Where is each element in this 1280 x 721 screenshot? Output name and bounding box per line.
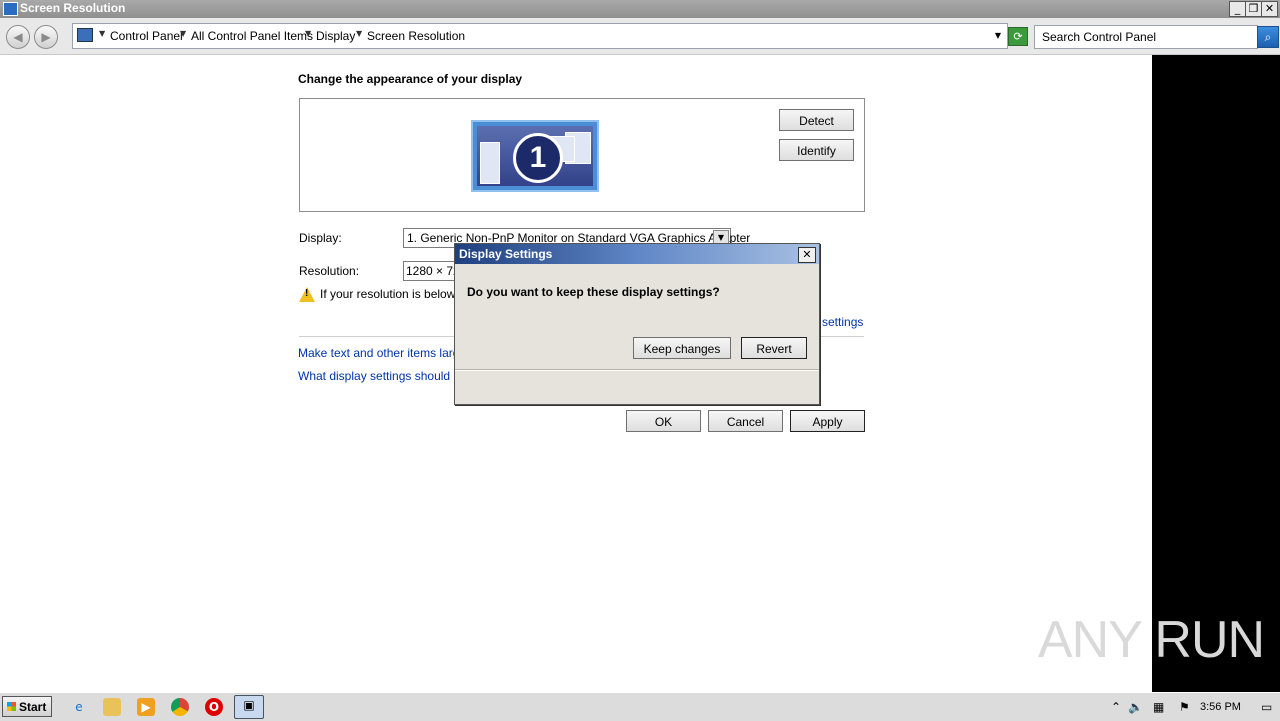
opera-icon[interactable]: O <box>205 698 223 716</box>
search-input[interactable]: Search Control Panel <box>1034 25 1258 49</box>
ie-icon[interactable]: e <box>70 698 88 716</box>
breadcrumb-control-panel[interactable]: Control Panel <box>110 29 183 43</box>
dialog-question: Do you want to keep these display settin… <box>467 285 720 299</box>
volume-icon[interactable]: 🔈 <box>1128 700 1143 714</box>
breadcrumb-arrow-icon[interactable]: ▼ <box>305 29 311 38</box>
breadcrumb-arrow-icon[interactable]: ▼ <box>356 29 362 38</box>
minimize-button[interactable]: _ <box>1229 1 1246 17</box>
start-button[interactable]: Start <box>2 696 52 717</box>
start-label: Start <box>19 700 47 714</box>
detect-button[interactable]: Detect <box>779 109 854 131</box>
which-settings-link[interactable]: What display settings should I ch <box>298 369 473 383</box>
breadcrumb-display[interactable]: Display <box>316 29 355 43</box>
navigation-bar: ◀ ▶ ▼ Control Panel ▼ All Control Panel … <box>0 18 1280 55</box>
monitor-number: 1 <box>513 133 563 183</box>
windows-logo-icon <box>7 702 16 711</box>
forward-button[interactable]: ▶ <box>34 25 58 49</box>
display-settings-icon[interactable]: ▣ <box>234 695 264 719</box>
action-center-flag-icon[interactable]: ⚑ <box>1179 700 1190 714</box>
monitor-1-thumbnail[interactable]: 1 <box>471 120 599 192</box>
revert-button[interactable]: Revert <box>741 337 807 359</box>
mini-window <box>480 142 500 184</box>
clock[interactable]: 3:56 PM <box>1200 701 1241 713</box>
display-settings-dialog: Display Settings ✕ Do you want to keep t… <box>454 243 820 405</box>
display-arrangement-panel: 1 Detect Identify <box>299 98 865 212</box>
dialog-title-bar: Display Settings ✕ <box>455 244 819 264</box>
address-bar[interactable]: ▼ Control Panel ▼ All Control Panel Item… <box>72 23 1008 49</box>
text-size-link[interactable]: Make text and other items larger <box>298 346 470 360</box>
screen-resolution-app-icon <box>3 2 18 16</box>
black-region <box>1152 55 1280 692</box>
refresh-icon[interactable]: ⟳ <box>1008 27 1028 46</box>
search-icon[interactable]: ⌕ <box>1257 26 1279 48</box>
breadcrumb-arrow-icon[interactable]: ▼ <box>99 29 105 38</box>
breadcrumb-screen-resolution[interactable]: Screen Resolution <box>367 29 465 43</box>
keep-changes-button[interactable]: Keep changes <box>633 337 731 359</box>
back-button[interactable]: ◀ <box>6 25 30 49</box>
media-player-icon[interactable]: ▶ <box>137 698 155 716</box>
dialog-separator <box>455 369 819 371</box>
page-heading: Change the appearance of your display <box>298 72 523 86</box>
show-desktop-icon[interactable]: ▭ <box>1261 700 1272 714</box>
explorer-icon[interactable] <box>103 698 121 716</box>
breadcrumb-arrow-icon[interactable]: ▼ <box>180 29 186 38</box>
breadcrumb-all-items[interactable]: All Control Panel Items <box>191 29 313 43</box>
warning-icon-mark: ! <box>305 288 309 299</box>
display-label: Display: <box>299 231 342 245</box>
ok-button[interactable]: OK <box>626 410 701 432</box>
title-bar: Screen Resolution _ ❐ ✕ <box>0 0 1280 18</box>
taskbar: Start e ▶ O ▣ ⌃ 🔈 ▦ ⚑ 3:56 PM ▭ <box>0 692 1280 721</box>
address-dropdown-icon[interactable]: ▼ <box>995 31 1001 40</box>
cancel-button[interactable]: Cancel <box>708 410 783 432</box>
dialog-title: Display Settings <box>459 247 553 261</box>
chrome-icon[interactable] <box>171 698 189 716</box>
show-hidden-icons[interactable]: ⌃ <box>1111 700 1121 714</box>
warning-text: If your resolution is below 1 <box>320 287 466 301</box>
dialog-close-icon[interactable]: ✕ <box>798 247 816 263</box>
search-placeholder: Search Control Panel <box>1042 30 1157 44</box>
resolution-label: Resolution: <box>299 264 360 278</box>
apply-button[interactable]: Apply <box>790 410 865 432</box>
maximize-button[interactable]: ❐ <box>1245 1 1262 17</box>
identify-button[interactable]: Identify <box>779 139 854 161</box>
network-icon[interactable]: ▦ <box>1153 700 1164 714</box>
watermark: ANY RUN <box>1038 611 1265 669</box>
close-button[interactable]: ✕ <box>1261 1 1278 17</box>
control-panel-icon <box>77 28 93 42</box>
window-title: Screen Resolution <box>20 1 126 15</box>
